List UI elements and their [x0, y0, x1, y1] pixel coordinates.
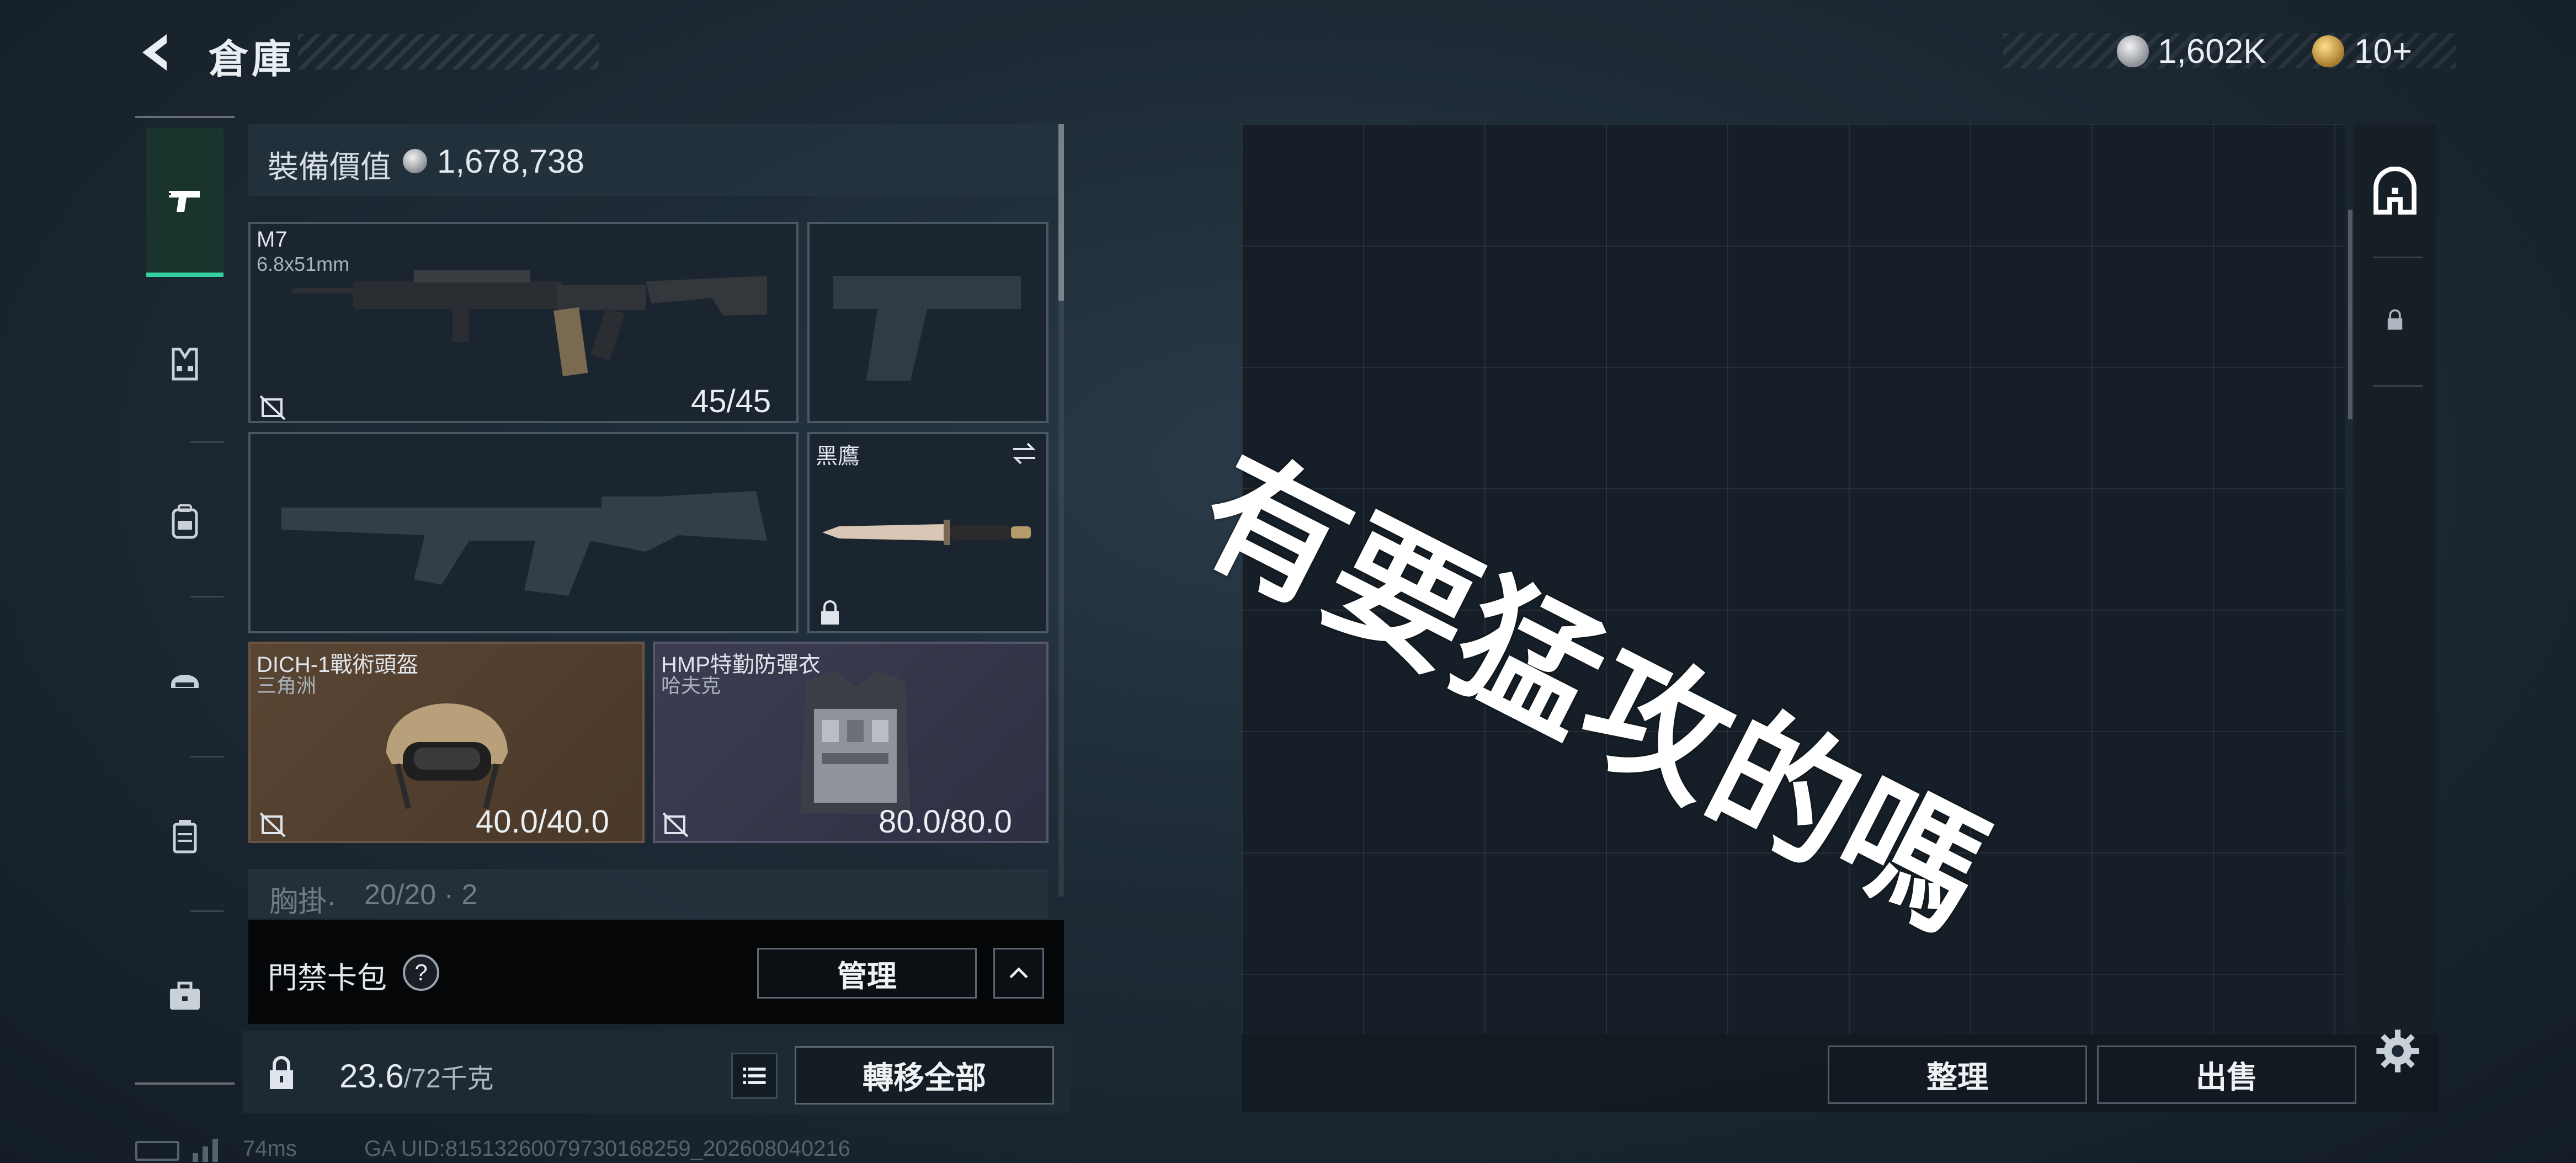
collapse-button[interactable] [993, 948, 1044, 999]
pistol-silhouette-icon [833, 276, 1021, 381]
equipment-value-amount: 1,678,738 [437, 143, 584, 180]
helmet-icon [171, 675, 199, 688]
no-insurance-icon [259, 395, 286, 420]
rail-separator [2373, 257, 2423, 258]
melee-name: 黑鷹 [816, 444, 860, 468]
lock-icon [821, 600, 839, 625]
helmet-origin: 三角洲 [257, 674, 317, 697]
manage-button[interactable]: 管理 [757, 948, 977, 999]
ping-readout: 74ms [243, 1137, 297, 1161]
primary-weapon-name: M7 [257, 227, 288, 252]
sort-button[interactable]: 整理 [1828, 1045, 2087, 1104]
category-weapons-tab[interactable] [146, 128, 223, 277]
swap-icon[interactable] [1010, 439, 1039, 468]
stash-scrollbar[interactable] [2348, 210, 2353, 419]
knife-image [822, 520, 1031, 545]
backpack-icon [172, 504, 198, 539]
keycard-help-button[interactable]: ? [403, 954, 439, 991]
chest-rig-capacity: 20/20 · 2 [364, 879, 478, 911]
helmet-image [386, 703, 508, 809]
category-toolbox-tab[interactable] [146, 963, 223, 1029]
list-icon [743, 1068, 766, 1084]
rail-separator [2373, 385, 2423, 387]
locked-page-button[interactable] [2367, 292, 2423, 348]
rifle-silhouette-icon [281, 491, 767, 596]
equipment-value-label: 裝備價值 [268, 150, 391, 184]
carry-weight-current: 23.6 [339, 1058, 404, 1095]
silver-currency-amount: 1,602K [2158, 33, 2266, 71]
container-icon [173, 820, 197, 853]
rail-separator [190, 756, 223, 757]
user-id-readout: GA UID:81513260079730168259_202608040216 [364, 1137, 850, 1161]
category-container-tab[interactable] [146, 803, 223, 869]
rail-separator [190, 596, 223, 597]
stash-page-button[interactable] [2367, 166, 2423, 221]
pistol-icon [168, 191, 200, 212]
category-helmet-tab[interactable] [146, 645, 223, 712]
stash-side-rail [2354, 124, 2436, 1034]
gold-coin-icon [2312, 35, 2344, 67]
keycard-label: 門禁卡包 [268, 962, 387, 995]
armor-durability: 80.0/80.0 [879, 804, 1012, 840]
carry-weight: 23.6/72千克 [339, 1057, 494, 1095]
rail-separator [190, 441, 223, 443]
primary-weapon-ammo: 45/45 [691, 383, 771, 419]
lock-icon [270, 1056, 293, 1089]
signal-icon [193, 1139, 218, 1162]
chevron-up-icon [1009, 967, 1028, 979]
rail-divider-top [135, 116, 235, 118]
list-view-button[interactable] [731, 1053, 778, 1099]
loadout-scrollbar-thumb[interactable] [1058, 124, 1064, 301]
toolbox-icon [170, 981, 200, 1010]
title-decoration [298, 34, 599, 70]
back-arrow-icon [142, 34, 167, 71]
back-button[interactable] [132, 28, 182, 77]
armor-origin: 哈夫克 [661, 674, 721, 697]
lock-icon [2387, 309, 2403, 330]
helmet-durability: 40.0/40.0 [476, 804, 609, 840]
no-insurance-icon [259, 812, 286, 837]
safe-box-icon [2373, 167, 2417, 215]
category-vest-tab[interactable] [146, 331, 223, 397]
battery-icon [135, 1141, 179, 1161]
m7-rifle-image [292, 270, 767, 377]
category-backpack-tab[interactable] [146, 488, 223, 554]
page-title: 倉庫 [209, 38, 295, 82]
gear-icon [2376, 1029, 2419, 1073]
rail-divider-bottom [135, 1082, 235, 1085]
gold-currency-amount: 10+ [2354, 33, 2413, 71]
sell-button[interactable]: 出售 [2097, 1045, 2356, 1104]
carry-weight-max: /72千克 [403, 1064, 494, 1093]
silver-coin-icon [403, 149, 427, 173]
rail-separator [190, 910, 223, 912]
silver-coin-icon [2117, 35, 2149, 67]
transfer-all-button[interactable]: 轉移全部 [795, 1046, 1054, 1105]
lock-button[interactable] [257, 1048, 306, 1098]
settings-button[interactable] [2370, 1023, 2425, 1079]
chest-rig-label: 胸掛· [269, 886, 337, 918]
no-insurance-icon [662, 812, 689, 837]
armor-vest-image [800, 670, 911, 814]
vest-icon [172, 348, 198, 381]
